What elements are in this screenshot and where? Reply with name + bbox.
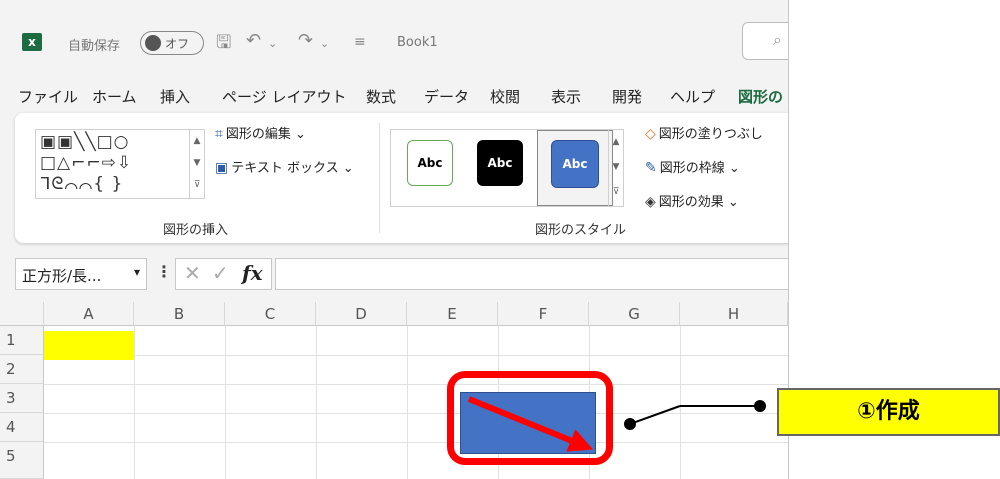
callout-line — [629, 405, 681, 425]
highlight-frame — [447, 371, 613, 465]
callout-dot — [754, 400, 766, 412]
callout-label: ①作成 — [777, 388, 1000, 436]
callout-dot — [624, 418, 636, 430]
